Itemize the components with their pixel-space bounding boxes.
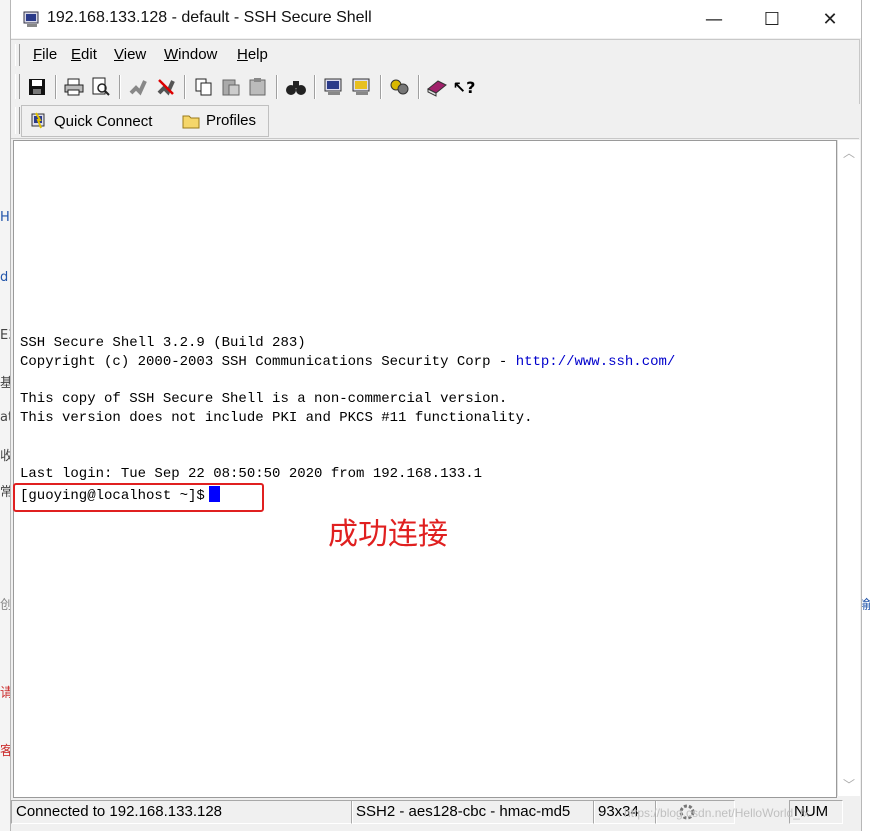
disconnect-icon[interactable] <box>127 76 149 98</box>
quick-connect-icon <box>31 112 45 129</box>
window-title: 192.168.133.128 - default - SSH Secure S… <box>47 9 372 26</box>
print-icon[interactable] <box>63 76 85 98</box>
paste-alt-icon[interactable] <box>247 76 269 98</box>
find-icon[interactable] <box>285 76 307 98</box>
print-preview-icon[interactable] <box>90 76 112 98</box>
quick-connect-bar: Quick Connect Profiles <box>11 103 859 139</box>
toolbar-separator <box>55 75 57 99</box>
terminal-line: This version does not include PKI and PK… <box>20 410 533 426</box>
connection-status: Connected to 192.168.133.128 <box>11 800 353 824</box>
highlight-box <box>13 483 264 512</box>
profiles-button[interactable]: Profiles <box>182 112 256 129</box>
copy-icon[interactable] <box>193 76 215 98</box>
quick-connect-button[interactable]: Quick Connect <box>30 112 152 130</box>
folder-icon <box>182 115 200 128</box>
menu-help[interactable]: Help <box>237 46 268 63</box>
toolbar-separator <box>184 75 186 99</box>
bg-char: d <box>0 270 9 285</box>
quick-connect-label: Quick Connect <box>54 112 153 130</box>
ssh-app-icon <box>23 11 39 27</box>
menu-view[interactable]: View <box>114 46 146 63</box>
connect-icon[interactable] <box>155 76 177 98</box>
quickbar-grip[interactable] <box>15 107 20 134</box>
keys-icon[interactable] <box>389 76 411 98</box>
toolbar: ↖? <box>11 70 860 104</box>
quick-connect-group: Quick Connect Profiles <box>21 105 269 137</box>
bg-char: H <box>0 210 10 225</box>
minimize-button[interactable]: — <box>685 0 743 38</box>
toolbar-separator <box>380 75 382 99</box>
settings-icon[interactable] <box>323 76 345 98</box>
toolbar-grip[interactable] <box>15 74 20 99</box>
menu-grip[interactable] <box>15 44 20 66</box>
menu-file[interactable]: File <box>33 46 57 63</box>
maximize-button[interactable]: ☐ <box>743 0 801 38</box>
scroll-up-icon[interactable]: ︿ <box>842 144 856 160</box>
terminal-line: SSH Secure Shell 3.2.9 (Build 283) <box>20 335 306 351</box>
terminal-area[interactable]: SSH Secure Shell 3.2.9 (Build 283) Copyr… <box>13 140 837 798</box>
menu-bar: File Edit View Window Help <box>11 39 860 71</box>
help-book-icon[interactable] <box>426 76 448 98</box>
close-button[interactable]: ✕ <box>801 0 859 38</box>
menu-edit[interactable]: Edit <box>71 46 97 63</box>
toolbar-separator <box>119 75 121 99</box>
toolbar-separator <box>418 75 420 99</box>
cipher-status: SSH2 - aes128-cbc - hmac-md5 <box>351 800 595 824</box>
ssh-website-link[interactable]: http://www.ssh.com/ <box>516 354 676 370</box>
profile-icon[interactable] <box>351 76 373 98</box>
scroll-down-icon[interactable]: ﹀ <box>842 776 856 792</box>
paste-icon[interactable] <box>220 76 242 98</box>
terminal-line: Copyright (c) 2000-2003 SSH Communicatio… <box>20 354 676 370</box>
context-help-icon[interactable]: ↖? <box>453 76 476 98</box>
terminal-line: This copy of SSH Secure Shell is a non-c… <box>20 391 508 407</box>
ssh-window: 192.168.133.128 - default - SSH Secure S… <box>10 0 862 831</box>
menu-window[interactable]: Window <box>164 46 217 63</box>
annotation-text: 成功连接 <box>328 517 448 552</box>
profiles-label: Profiles <box>206 112 257 129</box>
terminal-line: Last login: Tue Sep 22 08:50:50 2020 fro… <box>20 466 483 482</box>
toolbar-separator <box>314 75 316 99</box>
title-bar[interactable]: 192.168.133.128 - default - SSH Secure S… <box>11 0 861 38</box>
toolbar-separator <box>276 75 278 99</box>
watermark: https://blog.csdn.net/HelloWorld_fx <box>624 806 810 820</box>
save-icon[interactable] <box>26 76 48 98</box>
vertical-scrollbar[interactable]: ︿ ﹀ <box>837 140 860 796</box>
